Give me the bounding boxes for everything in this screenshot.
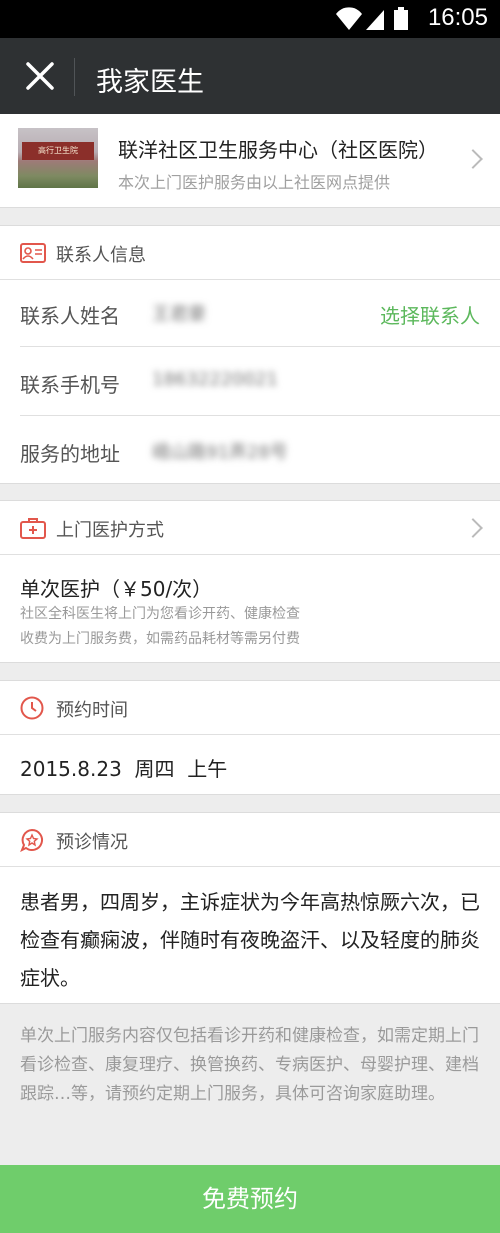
status-bar: 16:05 (0, 0, 500, 38)
contact-section: 联系人信息 联系人姓名 王君豪 选择联系人 联系手机号 18632220021 … (0, 225, 500, 484)
contact-phone-label: 联系手机号 (20, 373, 120, 397)
contact-name-label: 联系人姓名 (20, 304, 120, 328)
contact-section-label: 联系人信息 (56, 245, 146, 266)
close-icon[interactable] (20, 56, 60, 96)
contact-card-icon (20, 243, 46, 263)
chevron-right-icon (463, 518, 483, 538)
hospital-photo: 高行卫生院 (18, 128, 98, 188)
appointment-time-value[interactable]: 2015.8.23 周四 上午 (20, 753, 227, 782)
appointment-section[interactable]: 预约时间 2015.8.23 周四 上午 (0, 680, 500, 795)
contact-section-header: 联系人信息 (0, 226, 500, 280)
diagnosis-text[interactable]: 患者男，四周岁，主诉症状为今年高热惊厥六次，已检查有癫痫波，伴随时有夜晚盗汗、以… (20, 883, 482, 997)
contact-name-row[interactable]: 联系人姓名 王君豪 选择联系人 (20, 278, 500, 347)
title-bar: 我家医生 (0, 38, 500, 114)
diagnosis-section-header: 预诊情况 (0, 813, 500, 867)
contact-address-row[interactable]: 服务的地址 峨山路91弄28号 (20, 416, 500, 485)
contact-address-value[interactable]: 峨山路91弄28号 (152, 438, 288, 464)
appointment-section-header: 预约时间 (0, 681, 500, 735)
contact-name-value[interactable]: 王君豪 (152, 300, 206, 326)
hospital-name: 联洋社区卫生服务中心（社区医院） (118, 138, 438, 162)
clock-icon (20, 696, 44, 720)
contact-phone-row[interactable]: 联系手机号 18632220021 (20, 347, 500, 416)
hospital-photo-sign: 高行卫生院 (22, 142, 94, 160)
battery-icon (394, 7, 408, 30)
free-appointment-button[interactable]: 免费预约 (0, 1165, 500, 1233)
service-notes: 单次上门服务内容仅包括看诊开药和健康检查，如需定期上门看诊检查、康复理疗、换管换… (20, 1026, 479, 1104)
diagnosis-section: 预诊情况 患者男，四周岁，主诉症状为今年高热惊厥六次，已检查有癫痫波，伴随时有夜… (0, 812, 500, 1004)
diagnosis-section-label: 预诊情况 (56, 832, 128, 853)
service-section-label: 上门医护方式 (56, 520, 164, 541)
service-section[interactable]: 上门医护方式 单次医护（￥50/次） 社区全科医生将上门为您看诊开药、健康检查 … (0, 500, 500, 663)
service-option-desc-1: 社区全科医生将上门为您看诊开药、健康检查 (20, 606, 300, 622)
service-option-desc-2: 收费为上门服务费，如需药品耗材等需另付费 (20, 631, 300, 647)
chevron-right-icon (463, 149, 483, 169)
hospital-card[interactable]: 高行卫生院 联洋社区卫生服务中心（社区医院） 本次上门医护服务由以上社医网点提供 (0, 114, 500, 208)
contact-address-label: 服务的地址 (20, 442, 120, 466)
page-title: 我家医生 (96, 67, 204, 98)
signal-icon (366, 10, 384, 30)
status-icons (336, 7, 408, 31)
choose-contact-link[interactable]: 选择联系人 (380, 300, 480, 329)
wifi-icon (336, 7, 362, 31)
appointment-section-label: 预约时间 (56, 700, 128, 721)
chat-star-icon (20, 828, 43, 852)
service-section-header[interactable]: 上门医护方式 (0, 501, 500, 555)
medical-kit-icon (20, 518, 46, 539)
hospital-description: 本次上门医护服务由以上社医网点提供 (118, 173, 391, 192)
contact-phone-value[interactable]: 18632220021 (152, 369, 278, 390)
clock: 16:05 (427, 4, 488, 31)
title-divider (74, 58, 75, 96)
service-option-title: 单次医护（￥50/次） (20, 577, 213, 601)
